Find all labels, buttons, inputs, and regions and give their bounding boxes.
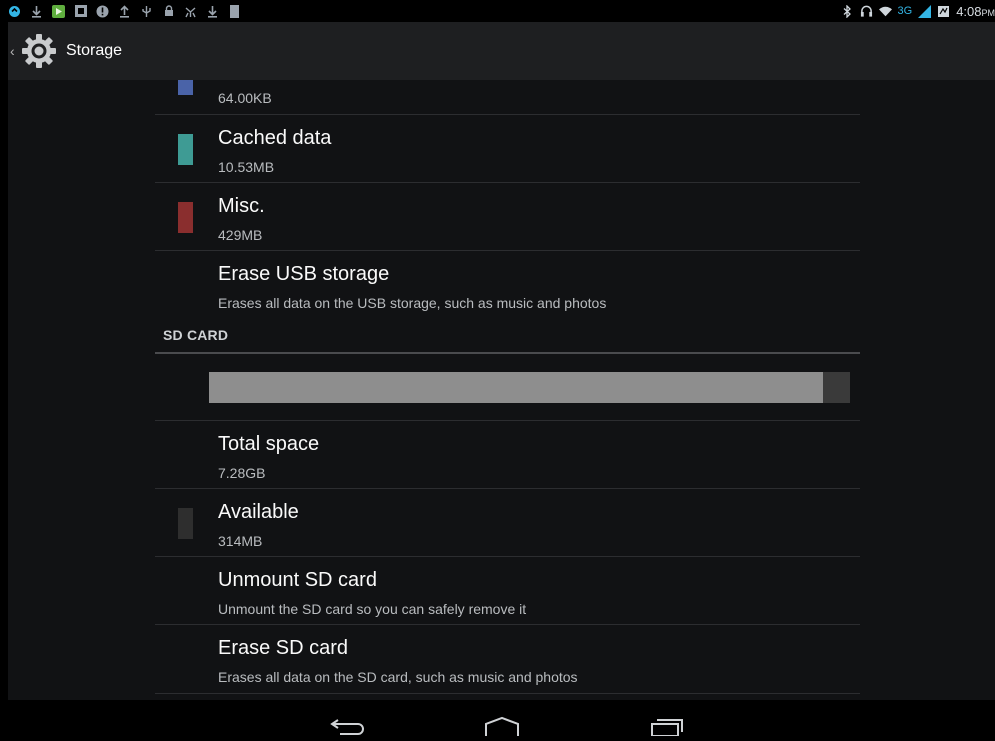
up-caret-icon[interactable]: ‹ bbox=[10, 43, 18, 59]
item-description: Erases all data on the SD card, such as … bbox=[218, 669, 578, 685]
color-swatch bbox=[178, 202, 193, 233]
home-icon[interactable] bbox=[481, 714, 523, 736]
network-type: 3G bbox=[898, 5, 913, 17]
usage-bar-track bbox=[209, 372, 850, 403]
item-title: Erase USB storage bbox=[218, 263, 389, 286]
notification-icon bbox=[74, 5, 87, 18]
unmount-sd-card-button[interactable]: Unmount SD card Unmount the SD card so y… bbox=[155, 557, 860, 625]
erase-sd-card-button[interactable]: Erase SD card Erases all data on the SD … bbox=[155, 625, 860, 694]
item-value: 429MB bbox=[218, 227, 262, 243]
signal-icon bbox=[918, 5, 931, 18]
list-item-available[interactable]: Available 314MB bbox=[155, 489, 860, 557]
storage-list-panel: 64.00KB Cached data 10.53MB Misc. 429MB … bbox=[8, 80, 995, 700]
play-store-icon bbox=[52, 5, 65, 18]
item-title: Misc. bbox=[218, 195, 265, 218]
action-bar: ‹ Storage bbox=[8, 22, 995, 80]
section-header-sd-card: SD CARD bbox=[155, 319, 860, 354]
item-value: 7.28GB bbox=[218, 465, 265, 481]
system-icons: 3G 4:08PM bbox=[841, 4, 995, 19]
alert-icon bbox=[96, 5, 109, 18]
settings-gear-icon[interactable] bbox=[20, 32, 58, 70]
bluetooth-icon bbox=[841, 5, 854, 18]
list-item-cached-data[interactable]: Cached data 10.53MB bbox=[155, 115, 860, 183]
storage-list: 64.00KB Cached data 10.53MB Misc. 429MB … bbox=[155, 80, 860, 694]
screen: 3G 4:08PM ‹ bbox=[0, 0, 995, 736]
list-item-apps[interactable]: 64.00KB bbox=[155, 80, 860, 115]
clock-time: 4:08 bbox=[956, 4, 981, 19]
color-swatch bbox=[178, 508, 193, 539]
status-bar: 3G 4:08PM bbox=[8, 0, 995, 22]
download-icon bbox=[30, 5, 43, 18]
section-header-label: SD CARD bbox=[163, 327, 228, 343]
headset-icon bbox=[860, 5, 873, 18]
page-title: Storage bbox=[66, 42, 122, 60]
notification-icons bbox=[8, 5, 241, 18]
lock-icon bbox=[162, 5, 175, 18]
item-description: Erases all data on the USB storage, such… bbox=[218, 295, 606, 311]
recents-icon[interactable] bbox=[646, 714, 688, 736]
color-swatch bbox=[178, 80, 193, 95]
item-value: 64.00KB bbox=[218, 90, 272, 106]
item-value: 314MB bbox=[218, 533, 262, 549]
usb-icon bbox=[140, 5, 153, 18]
item-title: Erase SD card bbox=[218, 637, 348, 660]
sdcard-icon bbox=[228, 5, 241, 18]
wifi-icon bbox=[879, 5, 892, 18]
item-title: Cached data bbox=[218, 127, 331, 150]
battery-icon bbox=[937, 5, 950, 18]
color-swatch bbox=[178, 134, 193, 165]
download-icon-2 bbox=[206, 5, 219, 18]
debug-icon bbox=[184, 5, 197, 18]
item-value: 10.53MB bbox=[218, 159, 274, 175]
clock-suffix: PM bbox=[982, 8, 995, 18]
item-title: Unmount SD card bbox=[218, 569, 377, 592]
sync-icon bbox=[8, 5, 21, 18]
item-title: Available bbox=[218, 501, 299, 524]
item-description: Unmount the SD card so you can safely re… bbox=[218, 601, 526, 617]
navigation-bar bbox=[8, 700, 995, 736]
upload-icon bbox=[118, 5, 131, 18]
sd-usage-bar bbox=[155, 354, 860, 421]
list-item-total-space[interactable]: Total space 7.28GB bbox=[155, 421, 860, 489]
frame-edge bbox=[0, 0, 8, 736]
back-icon[interactable] bbox=[328, 714, 370, 736]
erase-usb-storage-button[interactable]: Erase USB storage Erases all data on the… bbox=[155, 251, 860, 319]
item-title: Total space bbox=[218, 433, 319, 456]
list-item-misc[interactable]: Misc. 429MB bbox=[155, 183, 860, 251]
usage-bar-used bbox=[209, 372, 823, 403]
clock: 4:08PM bbox=[956, 4, 995, 19]
